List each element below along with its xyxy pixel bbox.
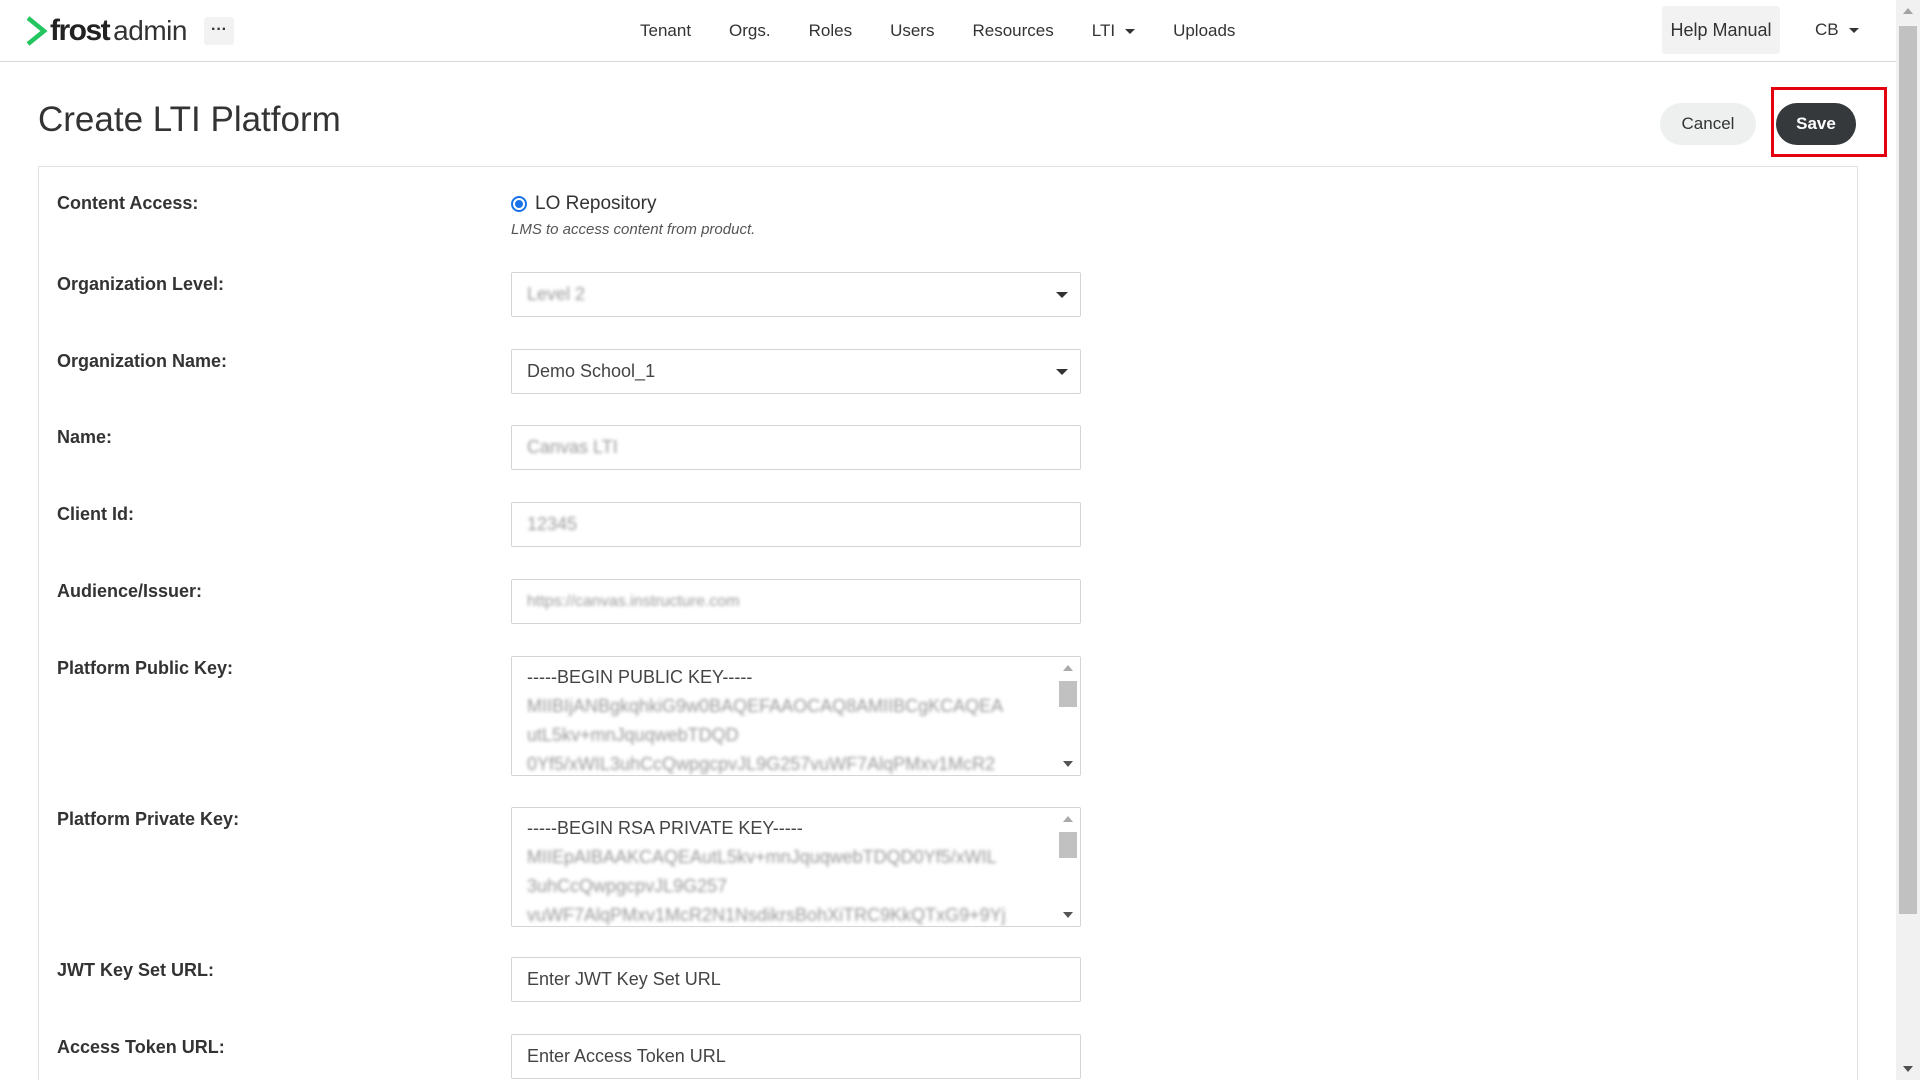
key-line: MIIBIjANBgkqhkiG9w0BAQEFAAOCAQ8AMIIBCgKC… (527, 696, 1004, 716)
scroll-up-arrow-icon[interactable] (1063, 665, 1073, 671)
logo-brand-text: frost (50, 14, 111, 47)
nav-item-roles[interactable]: Roles (809, 21, 852, 41)
name-input[interactable]: Canvas LTI (511, 425, 1081, 470)
token-url-label: Access Token URL: (57, 1037, 225, 1057)
scrollbar-thumb[interactable] (1059, 832, 1077, 858)
top-navbar: frost admin ··· Tenant Orgs. Roles Users… (0, 0, 1896, 62)
key-line: -----BEGIN PUBLIC KEY----- (527, 667, 753, 687)
nav-item-tenant[interactable]: Tenant (640, 21, 691, 41)
caret-down-icon (1848, 27, 1859, 33)
jwt-url-input[interactable]: Enter JWT Key Set URL (511, 957, 1081, 1002)
logo-suffix-text: admin (113, 15, 187, 46)
org-name-select[interactable]: Demo School_1 (511, 349, 1081, 394)
audience-input[interactable]: https://canvas.instructure.com (511, 579, 1081, 624)
org-name-label: Organization Name: (57, 351, 228, 371)
page-scrollbar[interactable] (1896, 0, 1920, 1080)
caret-down-icon (1056, 292, 1068, 298)
textarea-scrollbar[interactable] (1058, 810, 1078, 924)
cancel-button[interactable]: Cancel (1660, 103, 1756, 145)
help-manual-button[interactable]: Help Manual (1662, 6, 1780, 54)
name-label: Name: (57, 427, 113, 447)
org-level-label: Organization Level: (57, 274, 225, 294)
key-line: MIIEpAIBAAKCAQEAutL5kv+mnJquqwebTDQD0Yf5… (527, 847, 997, 867)
content-access-help-text: LMS to access content from product. (511, 221, 756, 238)
private-key-textarea[interactable]: -----BEGIN RSA PRIVATE KEY----- MIIEpAIB… (511, 807, 1081, 927)
nav-item-lti[interactable]: LTI (1091, 21, 1136, 41)
org-level-value: Level 2 (527, 284, 586, 304)
nav-item-resources[interactable]: Resources (972, 21, 1053, 41)
content-access-radio-option[interactable]: LO Repository (511, 193, 656, 215)
key-line: vuWF7AlqPMxv1McR2N1NsdikrsBohXiTRC9KkQTx… (527, 905, 1006, 925)
private-key-label: Platform Private Key: (57, 809, 240, 829)
audience-value: https://canvas.instructure.com (527, 593, 740, 610)
org-name-value: Demo School_1 (527, 361, 656, 381)
public-key-textarea[interactable]: -----BEGIN PUBLIC KEY----- MIIBIjANBgkqh… (511, 656, 1081, 776)
user-menu[interactable]: CB (1815, 20, 1859, 40)
caret-down-icon (1056, 369, 1068, 375)
client-id-input[interactable]: 12345 (511, 502, 1081, 547)
token-url-input[interactable]: Enter Access Token URL (511, 1034, 1081, 1079)
scrollbar-thumb[interactable] (1059, 681, 1077, 707)
page-scrollbar-thumb[interactable] (1899, 26, 1917, 914)
frost-admin-logo[interactable]: frost admin (26, 14, 187, 48)
save-button[interactable]: Save (1776, 103, 1856, 145)
nav-item-lti-label: LTI (1091, 21, 1116, 40)
main-nav: Tenant Orgs. Roles Users Resources LTI U… (640, 0, 1273, 62)
key-line: -----BEGIN RSA PRIVATE KEY----- (527, 818, 803, 838)
token-url-placeholder: Enter Access Token URL (527, 1046, 726, 1066)
content-access-label: Content Access: (57, 193, 199, 213)
nav-item-orgs[interactable]: Orgs. (729, 21, 771, 41)
client-id-label: Client Id: (57, 504, 134, 524)
key-line: 3uhCcQwpgcpvJL9G257 (527, 876, 728, 896)
scroll-down-arrow-icon[interactable] (1063, 912, 1073, 918)
key-line: 0Yf5/xWIL3uhCcQwpgcpvJL9G257vuWF7AlqPMxv… (527, 754, 996, 774)
nav-item-uploads[interactable]: Uploads (1173, 21, 1235, 41)
jwt-url-label: JWT Key Set URL: (57, 960, 215, 980)
jwt-url-placeholder: Enter JWT Key Set URL (527, 969, 721, 989)
public-key-content: -----BEGIN PUBLIC KEY----- MIIBIjANBgkqh… (527, 663, 1047, 775)
radio-button[interactable] (511, 196, 527, 212)
user-initials: CB (1815, 20, 1839, 39)
public-key-label: Platform Public Key: (57, 658, 234, 678)
nav-item-users[interactable]: Users (890, 21, 934, 41)
scroll-up-arrow-icon[interactable] (1063, 816, 1073, 822)
client-id-value: 12345 (527, 514, 578, 534)
scroll-down-arrow-icon[interactable] (1063, 761, 1073, 767)
textarea-scrollbar[interactable] (1058, 659, 1078, 773)
org-level-select[interactable]: Level 2 (511, 272, 1081, 317)
audience-label: Audience/Issuer: (57, 581, 203, 601)
chevron-logo-icon (26, 16, 48, 46)
key-line: utL5kv+mnJquqwebTDQD (527, 725, 739, 745)
page-title: Create LTI Platform (38, 100, 341, 139)
name-value: Canvas LTI (527, 437, 618, 457)
more-options-button[interactable]: ··· (204, 17, 234, 45)
radio-option-label: LO Repository (535, 193, 657, 214)
scroll-up-arrow-icon[interactable] (1903, 8, 1913, 14)
caret-down-icon (1125, 28, 1136, 34)
private-key-content: -----BEGIN RSA PRIVATE KEY----- MIIEpAIB… (527, 814, 1047, 926)
scroll-down-arrow-icon[interactable] (1903, 1066, 1913, 1072)
